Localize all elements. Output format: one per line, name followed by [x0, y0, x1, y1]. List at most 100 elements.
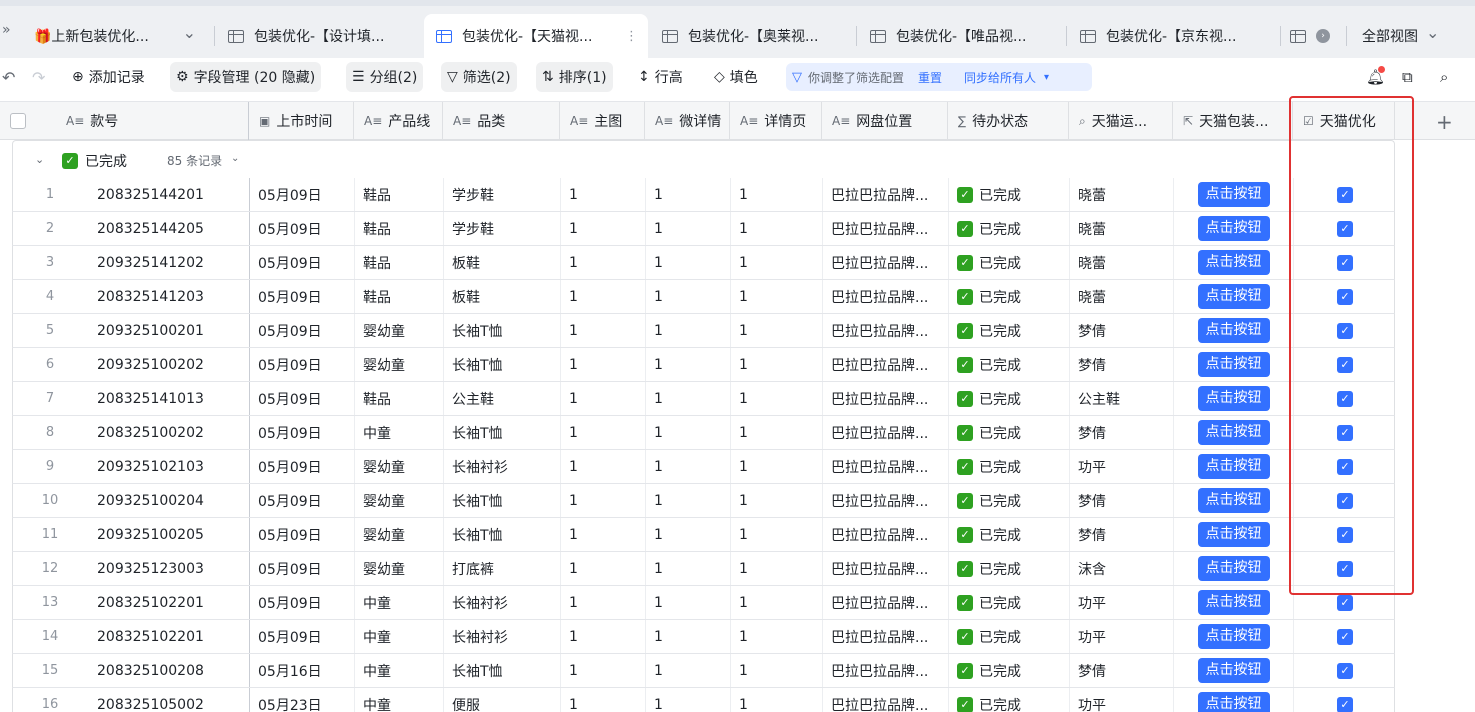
cell-main-image[interactable]: 1	[561, 552, 646, 585]
sync-all-link[interactable]: 同步给所有人	[964, 69, 1036, 86]
cell-launch-date[interactable]: 05月09日	[250, 586, 355, 619]
cell-main-image[interactable]: 1	[561, 484, 646, 517]
cell-micro-detail[interactable]: 1	[646, 450, 731, 483]
table-row[interactable]: 14 208325102201 05月09日 中童 长袖衬衫 1 1 1 巴拉巴拉品牌... ✓ 已…	[12, 620, 1395, 654]
cell-category[interactable]: 板鞋	[444, 246, 561, 279]
cell-todo-status[interactable]: ✓ 已完成	[949, 416, 1070, 449]
tab-outlet-view[interactable]: 包装优化-【奥莱视...	[662, 14, 848, 58]
row-index[interactable]: 5	[13, 314, 87, 347]
cell-main-image[interactable]: 1	[561, 654, 646, 687]
cell-detail-page[interactable]: 1	[731, 348, 823, 381]
cell-tmall-operator[interactable]: 梦倩	[1070, 416, 1174, 449]
cell-category[interactable]: 长袖T恤	[444, 484, 561, 517]
cell-category[interactable]: 学步鞋	[444, 178, 561, 211]
cell-product-line[interactable]: 鞋品	[355, 212, 444, 245]
chevron-down-icon[interactable]: ▾	[1044, 72, 1049, 83]
cell-detail-page[interactable]: 1	[731, 246, 823, 279]
checked-checkbox[interactable]: ✓	[1337, 492, 1353, 509]
cell-todo-status[interactable]: ✓ 已完成	[949, 280, 1070, 313]
cell-detail-page[interactable]: 1	[731, 382, 823, 415]
cell-launch-date[interactable]: 05月09日	[250, 212, 355, 245]
cell-category[interactable]: 长袖T恤	[444, 314, 561, 347]
cell-product-line[interactable]: 婴幼童	[355, 348, 444, 381]
cell-product-line[interactable]: 婴幼童	[355, 552, 444, 585]
row-index[interactable]: 12	[13, 552, 87, 585]
cell-product-line[interactable]: 中童	[355, 586, 444, 619]
cell-product-line[interactable]: 婴幼童	[355, 314, 444, 347]
cell-disk-location[interactable]: 巴拉巴拉品牌...	[823, 382, 949, 415]
cell-disk-location[interactable]: 巴拉巴拉品牌...	[823, 620, 949, 653]
cell-disk-location[interactable]: 巴拉巴拉品牌...	[823, 212, 949, 245]
checked-checkbox[interactable]: ✓	[1337, 254, 1353, 271]
row-index[interactable]: 1	[13, 178, 87, 211]
cell-category[interactable]: 学步鞋	[444, 212, 561, 245]
cell-todo-status[interactable]: ✓ 已完成	[949, 688, 1070, 712]
tab-tmall-view[interactable]: 包装优化-【天猫视... ⋮	[424, 14, 648, 58]
cell-launch-date[interactable]: 05月09日	[250, 280, 355, 313]
cell-todo-status[interactable]: ✓ 已完成	[949, 348, 1070, 381]
cell-disk-location[interactable]: 巴拉巴拉品牌...	[823, 586, 949, 619]
cell-main-image[interactable]: 1	[561, 586, 646, 619]
cell-detail-page[interactable]: 1	[731, 484, 823, 517]
cell-tmall-operator[interactable]: 公主鞋	[1070, 382, 1174, 415]
cell-micro-detail[interactable]: 1	[646, 212, 731, 245]
chevron-down-icon[interactable]: ⌄	[35, 153, 44, 166]
cell-code[interactable]: 209325102103	[97, 450, 250, 483]
field-manage-button[interactable]: ⚙ 字段管理 (20 隐藏)	[170, 62, 322, 92]
checked-checkbox[interactable]: ✓	[1337, 356, 1353, 373]
checked-checkbox[interactable]: ✓	[1337, 186, 1353, 203]
cell-micro-detail[interactable]: 1	[646, 484, 731, 517]
table-row[interactable]: 16 208325105002 05月23日 中童 便服 1 1 1 巴拉巴拉品牌... ✓ 已完成…	[12, 688, 1395, 712]
column-header-launch-date[interactable]: ▣ 上市时间	[249, 102, 354, 140]
cell-launch-date[interactable]: 05月09日	[250, 348, 355, 381]
cell-main-image[interactable]: 1	[561, 688, 646, 712]
chevron-down-icon[interactable]: ⌄	[183, 23, 196, 42]
cell-disk-location[interactable]: 巴拉巴拉品牌...	[823, 280, 949, 313]
row-index[interactable]: 15	[13, 654, 87, 687]
checked-checkbox[interactable]: ✓	[1337, 628, 1353, 645]
cell-category[interactable]: 便服	[444, 688, 561, 712]
notification-bell-icon[interactable]: 🔔︎	[1366, 66, 1385, 86]
tab-overflow-left-icon[interactable]: »	[2, 22, 11, 38]
table-row[interactable]: 3 209325141202 05月09日 鞋品 板鞋 1 1 1 巴拉巴拉品牌... ✓ 已完成 晓…	[12, 246, 1395, 280]
cell-detail-page[interactable]: 1	[731, 620, 823, 653]
cell-launch-date[interactable]: 05月09日	[250, 178, 355, 211]
cell-code[interactable]: 208325144205	[97, 212, 250, 245]
sort-button[interactable]: ⇅ 排序(1)	[536, 62, 613, 92]
cell-launch-date[interactable]: 05月09日	[250, 314, 355, 347]
click-button[interactable]: 点击按钮	[1197, 182, 1270, 207]
cell-launch-date[interactable]: 05月09日	[250, 518, 355, 551]
cell-category[interactable]: 长袖T恤	[444, 518, 561, 551]
table-row[interactable]: 15 208325100208 05月16日 中童 长袖T恤 1 1 1 巴拉巴拉品牌... ✓ 已…	[12, 654, 1395, 688]
cell-category[interactable]: 打底裤	[444, 552, 561, 585]
all-views-dropdown[interactable]: 全部视图 ⌄	[1362, 14, 1472, 58]
checked-checkbox[interactable]: ✓	[1337, 424, 1353, 441]
cell-main-image[interactable]: 1	[561, 178, 646, 211]
checked-checkbox[interactable]: ✓	[1337, 526, 1353, 543]
cell-launch-date[interactable]: 05月23日	[250, 688, 355, 712]
click-button[interactable]: 点击按钮	[1197, 352, 1270, 377]
cell-launch-date[interactable]: 05月09日	[250, 246, 355, 279]
group-button[interactable]: ☰ 分组(2)	[346, 62, 424, 92]
cell-main-image[interactable]: 1	[561, 620, 646, 653]
filter-button[interactable]: ▽ 筛选(2)	[441, 62, 517, 92]
cell-product-line[interactable]: 鞋品	[355, 178, 444, 211]
checked-checkbox[interactable]: ✓	[1337, 458, 1353, 475]
cell-disk-location[interactable]: 巴拉巴拉品牌...	[823, 416, 949, 449]
cell-code[interactable]: 208325141013	[97, 382, 250, 415]
column-header-tmall-packaging[interactable]: ⇱ 天猫包装...	[1173, 102, 1293, 140]
cell-product-line[interactable]: 鞋品	[355, 246, 444, 279]
checked-checkbox[interactable]: ✓	[1337, 322, 1353, 339]
cell-detail-page[interactable]: 1	[731, 552, 823, 585]
cell-code[interactable]: 209325141202	[97, 246, 250, 279]
row-index[interactable]: 8	[13, 416, 87, 449]
cell-product-line[interactable]: 婴幼童	[355, 484, 444, 517]
chevron-down-icon[interactable]: ⌄	[231, 153, 239, 164]
table-row[interactable]: 11 209325100205 05月09日 婴幼童 长袖T恤 1 1 1 巴拉巴拉品牌... ✓…	[12, 518, 1395, 552]
column-header-tmall-optimize[interactable]: ☑ 天猫优化	[1293, 102, 1395, 140]
cell-tmall-operator[interactable]: 梦倩	[1070, 314, 1174, 347]
select-all-checkbox[interactable]	[10, 113, 26, 129]
cell-todo-status[interactable]: ✓ 已完成	[949, 246, 1070, 279]
cell-code[interactable]: 209325100205	[97, 518, 250, 551]
redo-icon[interactable]: ↷	[26, 62, 51, 92]
